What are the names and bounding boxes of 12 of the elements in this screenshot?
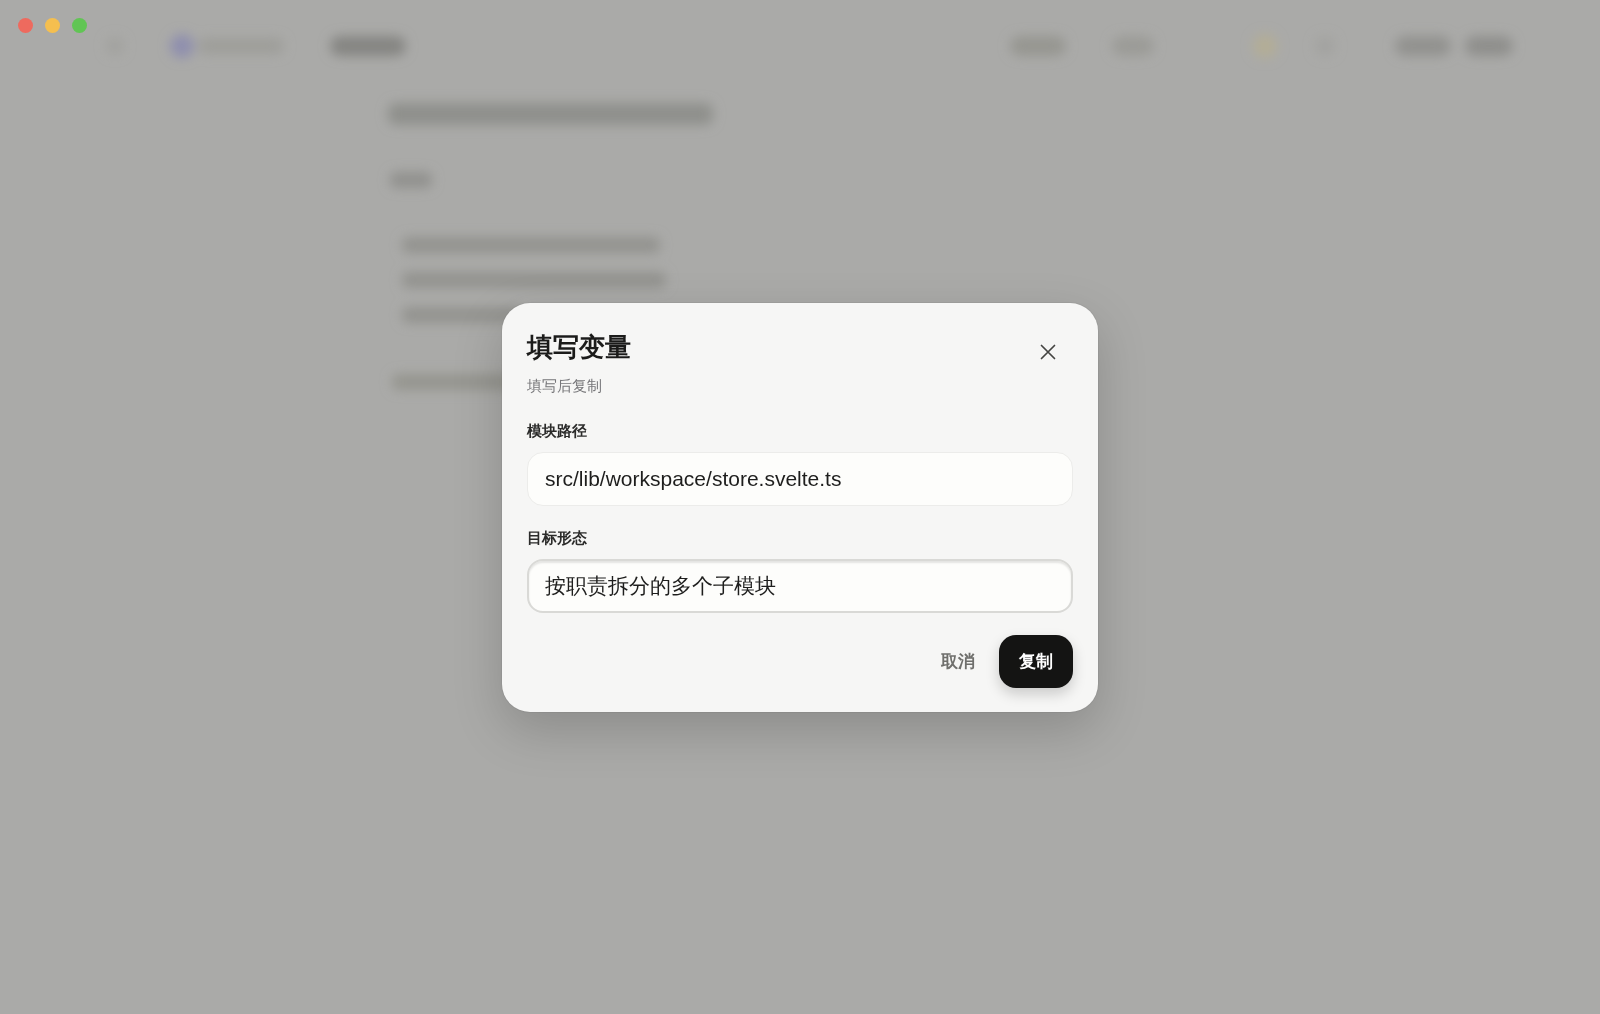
field-label: 模块路径 <box>527 420 587 441</box>
dialog-title: 填写变量 <box>527 330 631 364</box>
window-close-button[interactable] <box>18 18 33 33</box>
dialog-subtitle: 填写后复制 <box>527 375 602 396</box>
text-input-field[interactable]: 按职责拆分的多个子模块 <box>527 558 1073 613</box>
close-icon <box>1040 343 1056 360</box>
window-minimize-button[interactable] <box>45 18 60 33</box>
copy-button[interactable]: 复制 <box>999 634 1073 688</box>
cancel-button[interactable]: 取消 <box>929 634 987 688</box>
window-zoom-button[interactable] <box>72 18 87 33</box>
text-input-field[interactable]: src/lib/workspace/store.svelte.ts <box>527 451 1073 506</box>
field-label: 目标形态 <box>527 527 587 548</box>
